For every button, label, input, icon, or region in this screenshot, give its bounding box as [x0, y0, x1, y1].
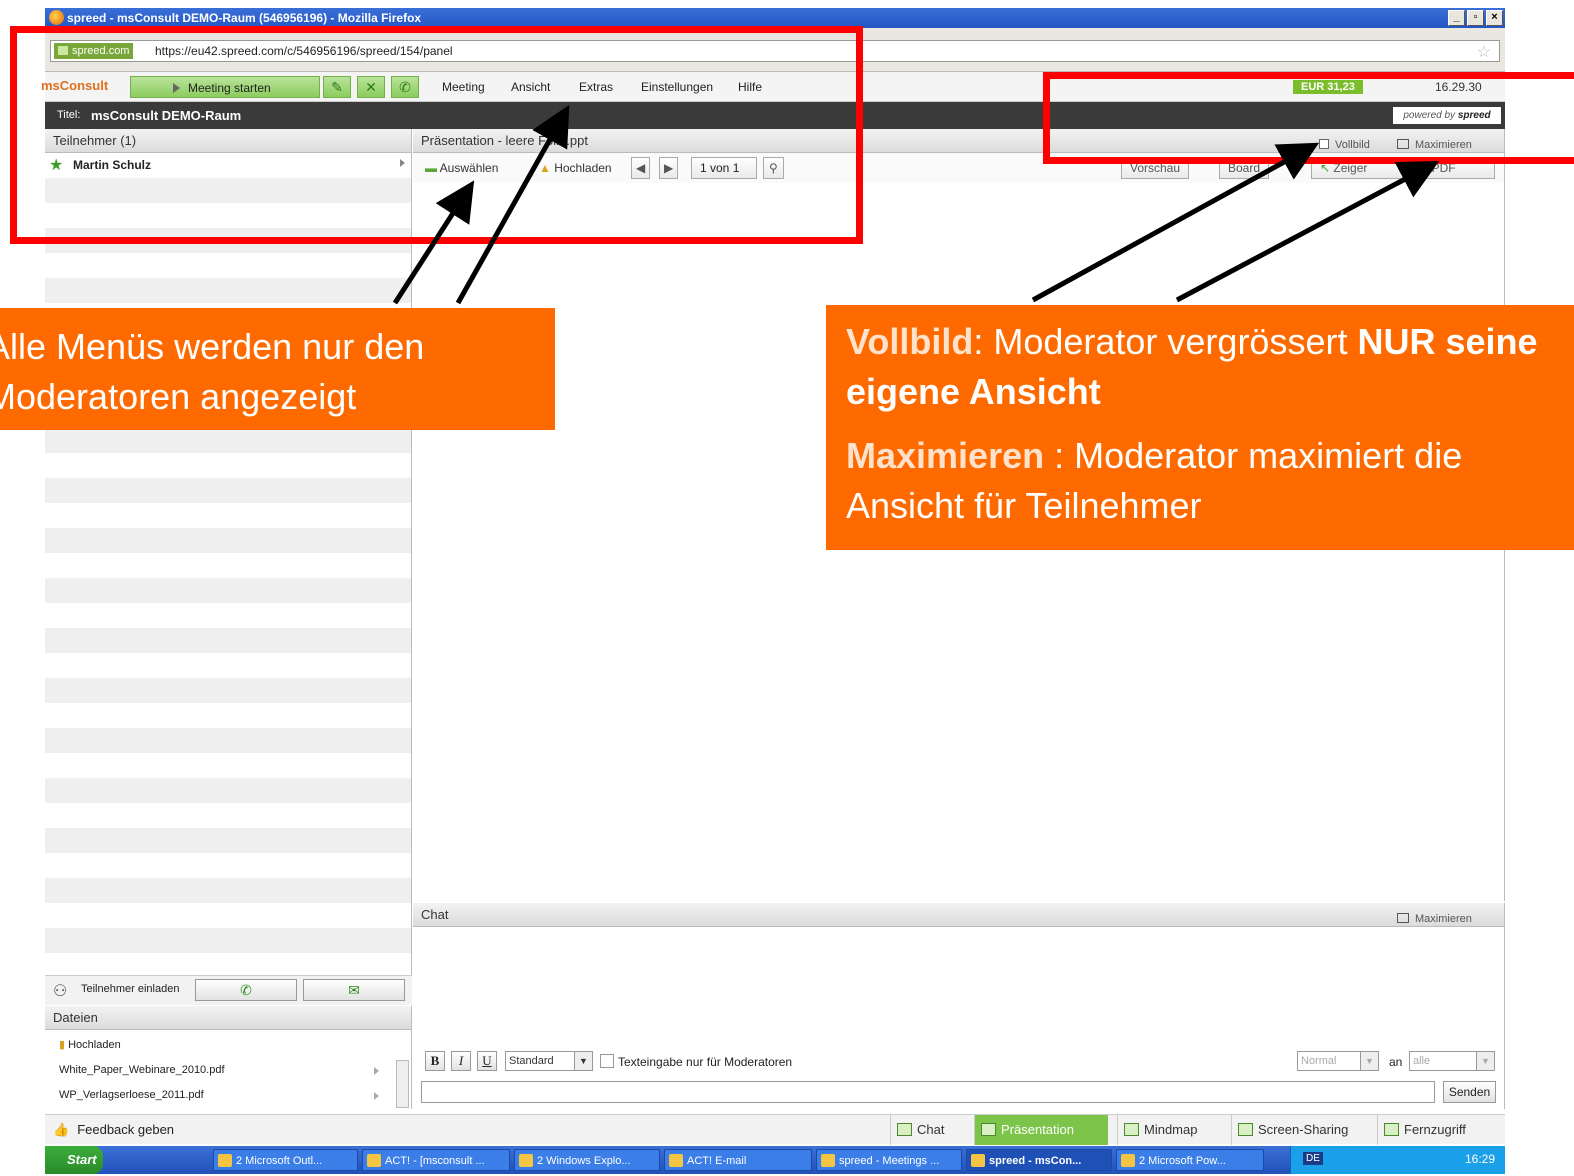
arrow-to-maximize: [1175, 160, 1440, 303]
callout-line: Moderatoren angezeigt: [0, 376, 357, 417]
arrow-to-fullscreen: [1031, 142, 1320, 303]
callout-line: Alle Menüs werden nur den: [0, 326, 425, 367]
arrow-to-menu: [455, 104, 570, 305]
callout-fullscreen-text: Vollbild: Moderator vergrössert NUR sein…: [846, 321, 1538, 412]
annotation-arrows: [392, 104, 1440, 305]
arrow-to-select: [392, 180, 475, 305]
callout-maximize-text: Maximieren : Moderator maximiert die Ans…: [846, 435, 1463, 526]
annotation-callout-views: Vollbild: Moderator vergrössert NUR sein…: [826, 305, 1574, 550]
annotation-callout-menus: Alle Menüs werden nur den Moderatoren an…: [0, 308, 555, 430]
